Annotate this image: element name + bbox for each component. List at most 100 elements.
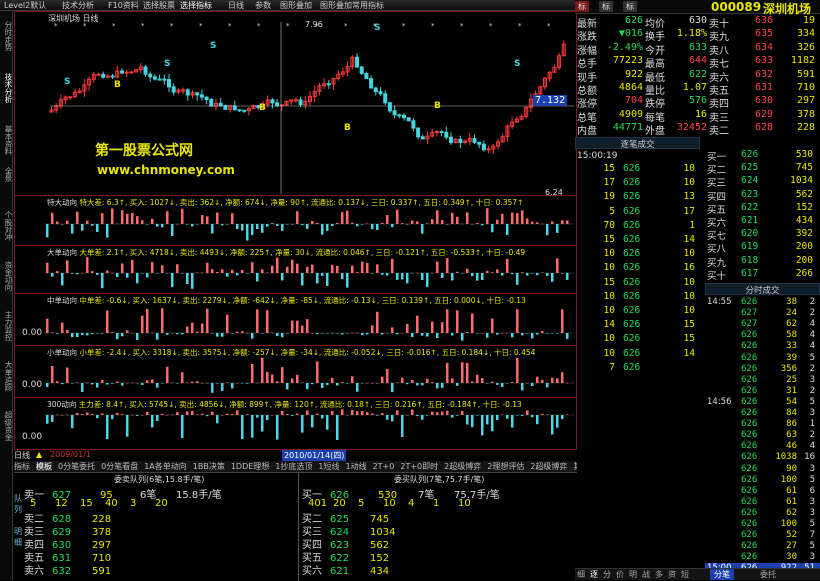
trade-price: 626 bbox=[623, 347, 641, 359]
panel-bar bbox=[466, 362, 469, 383]
panel-bar bbox=[391, 258, 394, 273]
toolbar-tech[interactable]: 技术分析 bbox=[62, 0, 94, 11]
left-tab-timeshare[interactable]: 分时走势 bbox=[1, 21, 13, 51]
panel-bar bbox=[91, 414, 94, 415]
candle-body bbox=[364, 73, 369, 80]
candle-body bbox=[167, 79, 171, 88]
bid-price: 618 bbox=[741, 254, 759, 266]
indicator-tab[interactable]: 2T+0 bbox=[373, 462, 395, 471]
side-tab[interactable]: 分 bbox=[603, 569, 611, 580]
toolbar-select-indicator[interactable]: 选择指标 bbox=[180, 0, 212, 11]
side-tab[interactable]: 明 bbox=[629, 569, 637, 580]
panel-bar bbox=[466, 331, 469, 333]
indicator-tab[interactable]: 其他 bbox=[573, 462, 577, 471]
trade-mid-vol: 16 bbox=[683, 262, 695, 274]
left-tab-hedge[interactable]: 个股对冲 bbox=[1, 211, 13, 241]
panel-bar bbox=[111, 272, 114, 274]
panel-bar bbox=[196, 331, 199, 333]
toolbar-params[interactable]: 参数 bbox=[255, 0, 271, 11]
panel-bar bbox=[476, 222, 479, 224]
panel-bar bbox=[456, 383, 459, 386]
trade-mid-vol: 13 bbox=[683, 191, 695, 203]
candle-body bbox=[481, 143, 486, 151]
tab-weituo[interactable]: 委托 bbox=[760, 569, 776, 580]
panel-bar bbox=[326, 273, 329, 286]
left-tab-superfund[interactable]: 超级资金 bbox=[1, 411, 13, 441]
date-tab[interactable]: 日线 bbox=[14, 450, 30, 461]
toolbar-common[interactable]: 常用指标 bbox=[352, 0, 384, 11]
panel-bar bbox=[151, 218, 154, 224]
stock-tab-1[interactable]: 标 bbox=[599, 1, 613, 12]
side-tab[interactable]: 资 bbox=[668, 569, 676, 580]
panel-bar bbox=[236, 331, 239, 333]
zero-label-2: 0.00 bbox=[22, 432, 43, 442]
indicator-tab[interactable]: 2超级博弈 bbox=[530, 462, 567, 471]
panel-bar bbox=[381, 222, 384, 224]
side-tab[interactable]: 价 bbox=[616, 569, 624, 580]
panel-bar bbox=[376, 224, 379, 230]
stock-tab-0[interactable]: 标 bbox=[575, 1, 589, 12]
indicator-tab[interactable]: 1A各单动向 bbox=[144, 462, 187, 471]
panel-bar bbox=[231, 269, 234, 273]
panel-bar bbox=[196, 224, 199, 225]
ask-label: 卖三 bbox=[709, 112, 729, 124]
queue-detail-num: 3 bbox=[130, 498, 137, 509]
indicator-tab[interactable]: 1动线 bbox=[345, 462, 366, 471]
toolbar-level2[interactable]: Level2默认 bbox=[4, 0, 46, 11]
indicator-tab[interactable]: 1抄底选顶 bbox=[275, 462, 312, 471]
quote-label: 最高 bbox=[645, 59, 665, 71]
star-marker: * bbox=[112, 22, 116, 30]
left-tab-overview[interactable]: 全景 bbox=[1, 167, 13, 182]
quote-value: 44771 bbox=[612, 122, 643, 134]
panel-bar bbox=[236, 410, 239, 415]
toolbar-overlay2[interactable]: 图形叠加 bbox=[320, 0, 352, 11]
indicator-tab[interactable]: 1BB决策 bbox=[193, 462, 225, 471]
tab-fenbi[interactable]: 分笔 bbox=[710, 569, 734, 580]
ask-price: 634 bbox=[754, 41, 773, 53]
toolbar-daily[interactable]: 日线 bbox=[228, 0, 244, 11]
panel-bar bbox=[476, 415, 479, 416]
toolbar-f10[interactable]: F10资料 bbox=[108, 0, 139, 11]
indicator-tab[interactable]: 模板 bbox=[36, 462, 52, 471]
indicator-tab[interactable]: 1短线 bbox=[318, 462, 339, 471]
panel-bar bbox=[516, 309, 519, 333]
indicator-tab[interactable]: 0分笔委托 bbox=[58, 462, 95, 471]
side-tab[interactable]: 短 bbox=[681, 569, 689, 580]
queue-detail-num: 10 bbox=[458, 498, 471, 509]
toolbar-select-stock[interactable]: 选择股票 bbox=[143, 0, 175, 11]
panel-bar bbox=[406, 273, 409, 284]
queue-detail-num: 401 bbox=[308, 498, 328, 509]
panel-bar bbox=[81, 383, 84, 392]
panel-bar bbox=[161, 413, 164, 415]
ask-volume: 326 bbox=[796, 41, 815, 53]
side-tab[interactable]: 多 bbox=[655, 569, 663, 580]
queue-detail-num: 1 bbox=[433, 498, 440, 509]
stock-tab-2[interactable]: 标 bbox=[623, 1, 637, 12]
indicator-tab[interactable]: 2T+0即时 bbox=[400, 462, 438, 471]
candle-body bbox=[378, 91, 383, 95]
panel-bar bbox=[476, 374, 479, 383]
toolbar-overlay[interactable]: 图形叠加 bbox=[280, 0, 312, 11]
indicator-tab[interactable]: 指标 bbox=[14, 462, 30, 471]
trade-price: 626 bbox=[623, 290, 641, 302]
indicator-tab[interactable]: 1DDE理想 bbox=[231, 462, 269, 471]
side-tab[interactable]: 逐 bbox=[590, 569, 598, 580]
panel-bar bbox=[251, 333, 254, 339]
indicator-tab[interactable]: 2超级博弈 bbox=[444, 462, 481, 471]
panel-bar bbox=[321, 333, 324, 334]
left-tab-tech[interactable]: 技术分析 bbox=[1, 73, 13, 103]
left-tab-bigorder[interactable]: 大单追踪 bbox=[1, 361, 13, 391]
date-left: 2009/01/1 bbox=[50, 450, 92, 459]
left-tab-basic[interactable]: 基本资料 bbox=[1, 125, 13, 155]
indicator-tab[interactable]: 0分笔看盘 bbox=[101, 462, 138, 471]
candle-body bbox=[458, 138, 463, 143]
trade-price: 626 bbox=[623, 234, 641, 245]
indicator-tab[interactable]: 2理想评估 bbox=[487, 462, 524, 471]
panel-bar bbox=[121, 210, 124, 224]
side-tab[interactable]: 战 bbox=[642, 569, 650, 580]
left-tab-fund[interactable]: 资金动向 bbox=[1, 261, 13, 291]
bid-volume: 530 bbox=[795, 149, 813, 160]
side-tab[interactable]: 细 bbox=[577, 569, 585, 580]
panel-bar bbox=[281, 273, 284, 281]
left-tab-main[interactable]: 主力监控 bbox=[1, 311, 13, 341]
